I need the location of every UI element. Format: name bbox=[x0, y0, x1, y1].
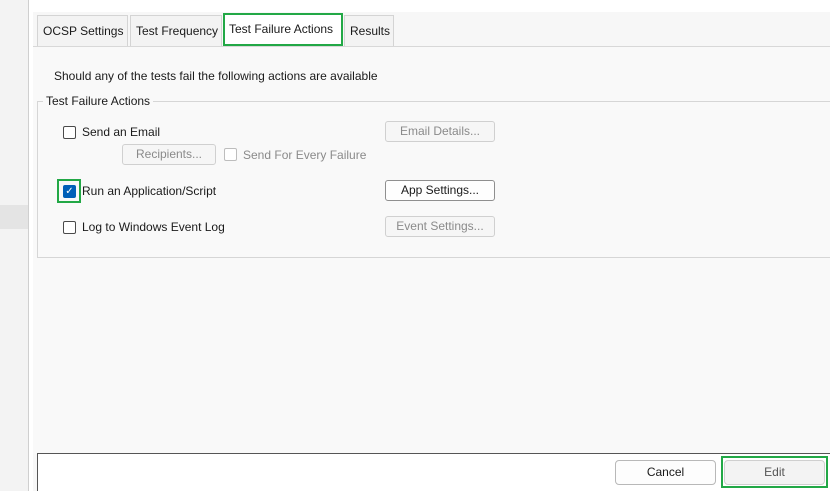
send-every-failure-checkbox[interactable] bbox=[224, 148, 237, 161]
log-event-label: Log to Windows Event Log bbox=[82, 220, 225, 234]
intro-text: Should any of the tests fail the followi… bbox=[54, 69, 378, 83]
group-title: Test Failure Actions bbox=[43, 94, 154, 108]
tab-test-failure-actions[interactable]: Test Failure Actions bbox=[223, 13, 343, 46]
tab-ocsp-settings[interactable]: OCSP Settings bbox=[37, 15, 128, 46]
left-panel-selected-item[interactable] bbox=[0, 205, 28, 229]
log-event-checkbox[interactable] bbox=[63, 221, 76, 234]
tab-results[interactable]: Results bbox=[344, 15, 394, 46]
left-panel bbox=[0, 0, 29, 491]
edit-highlight bbox=[721, 456, 828, 488]
send-email-checkbox[interactable] bbox=[63, 126, 76, 139]
event-settings-button[interactable]: Event Settings... bbox=[385, 216, 495, 237]
app-settings-button[interactable]: App Settings... bbox=[385, 180, 495, 201]
tab-test-frequency[interactable]: Test Frequency bbox=[130, 15, 222, 46]
recipients-button[interactable]: Recipients... bbox=[122, 144, 216, 165]
run-app-label: Run an Application/Script bbox=[82, 184, 217, 198]
checkmark-icon: ✓ bbox=[65, 186, 74, 197]
send-every-failure-label: Send For Every Failure bbox=[243, 148, 367, 162]
send-email-label: Send an Email bbox=[82, 125, 161, 139]
email-details-button[interactable]: Email Details... bbox=[385, 121, 495, 142]
cancel-button[interactable]: Cancel bbox=[615, 460, 716, 485]
run-app-checkbox[interactable]: ✓ bbox=[63, 185, 76, 198]
